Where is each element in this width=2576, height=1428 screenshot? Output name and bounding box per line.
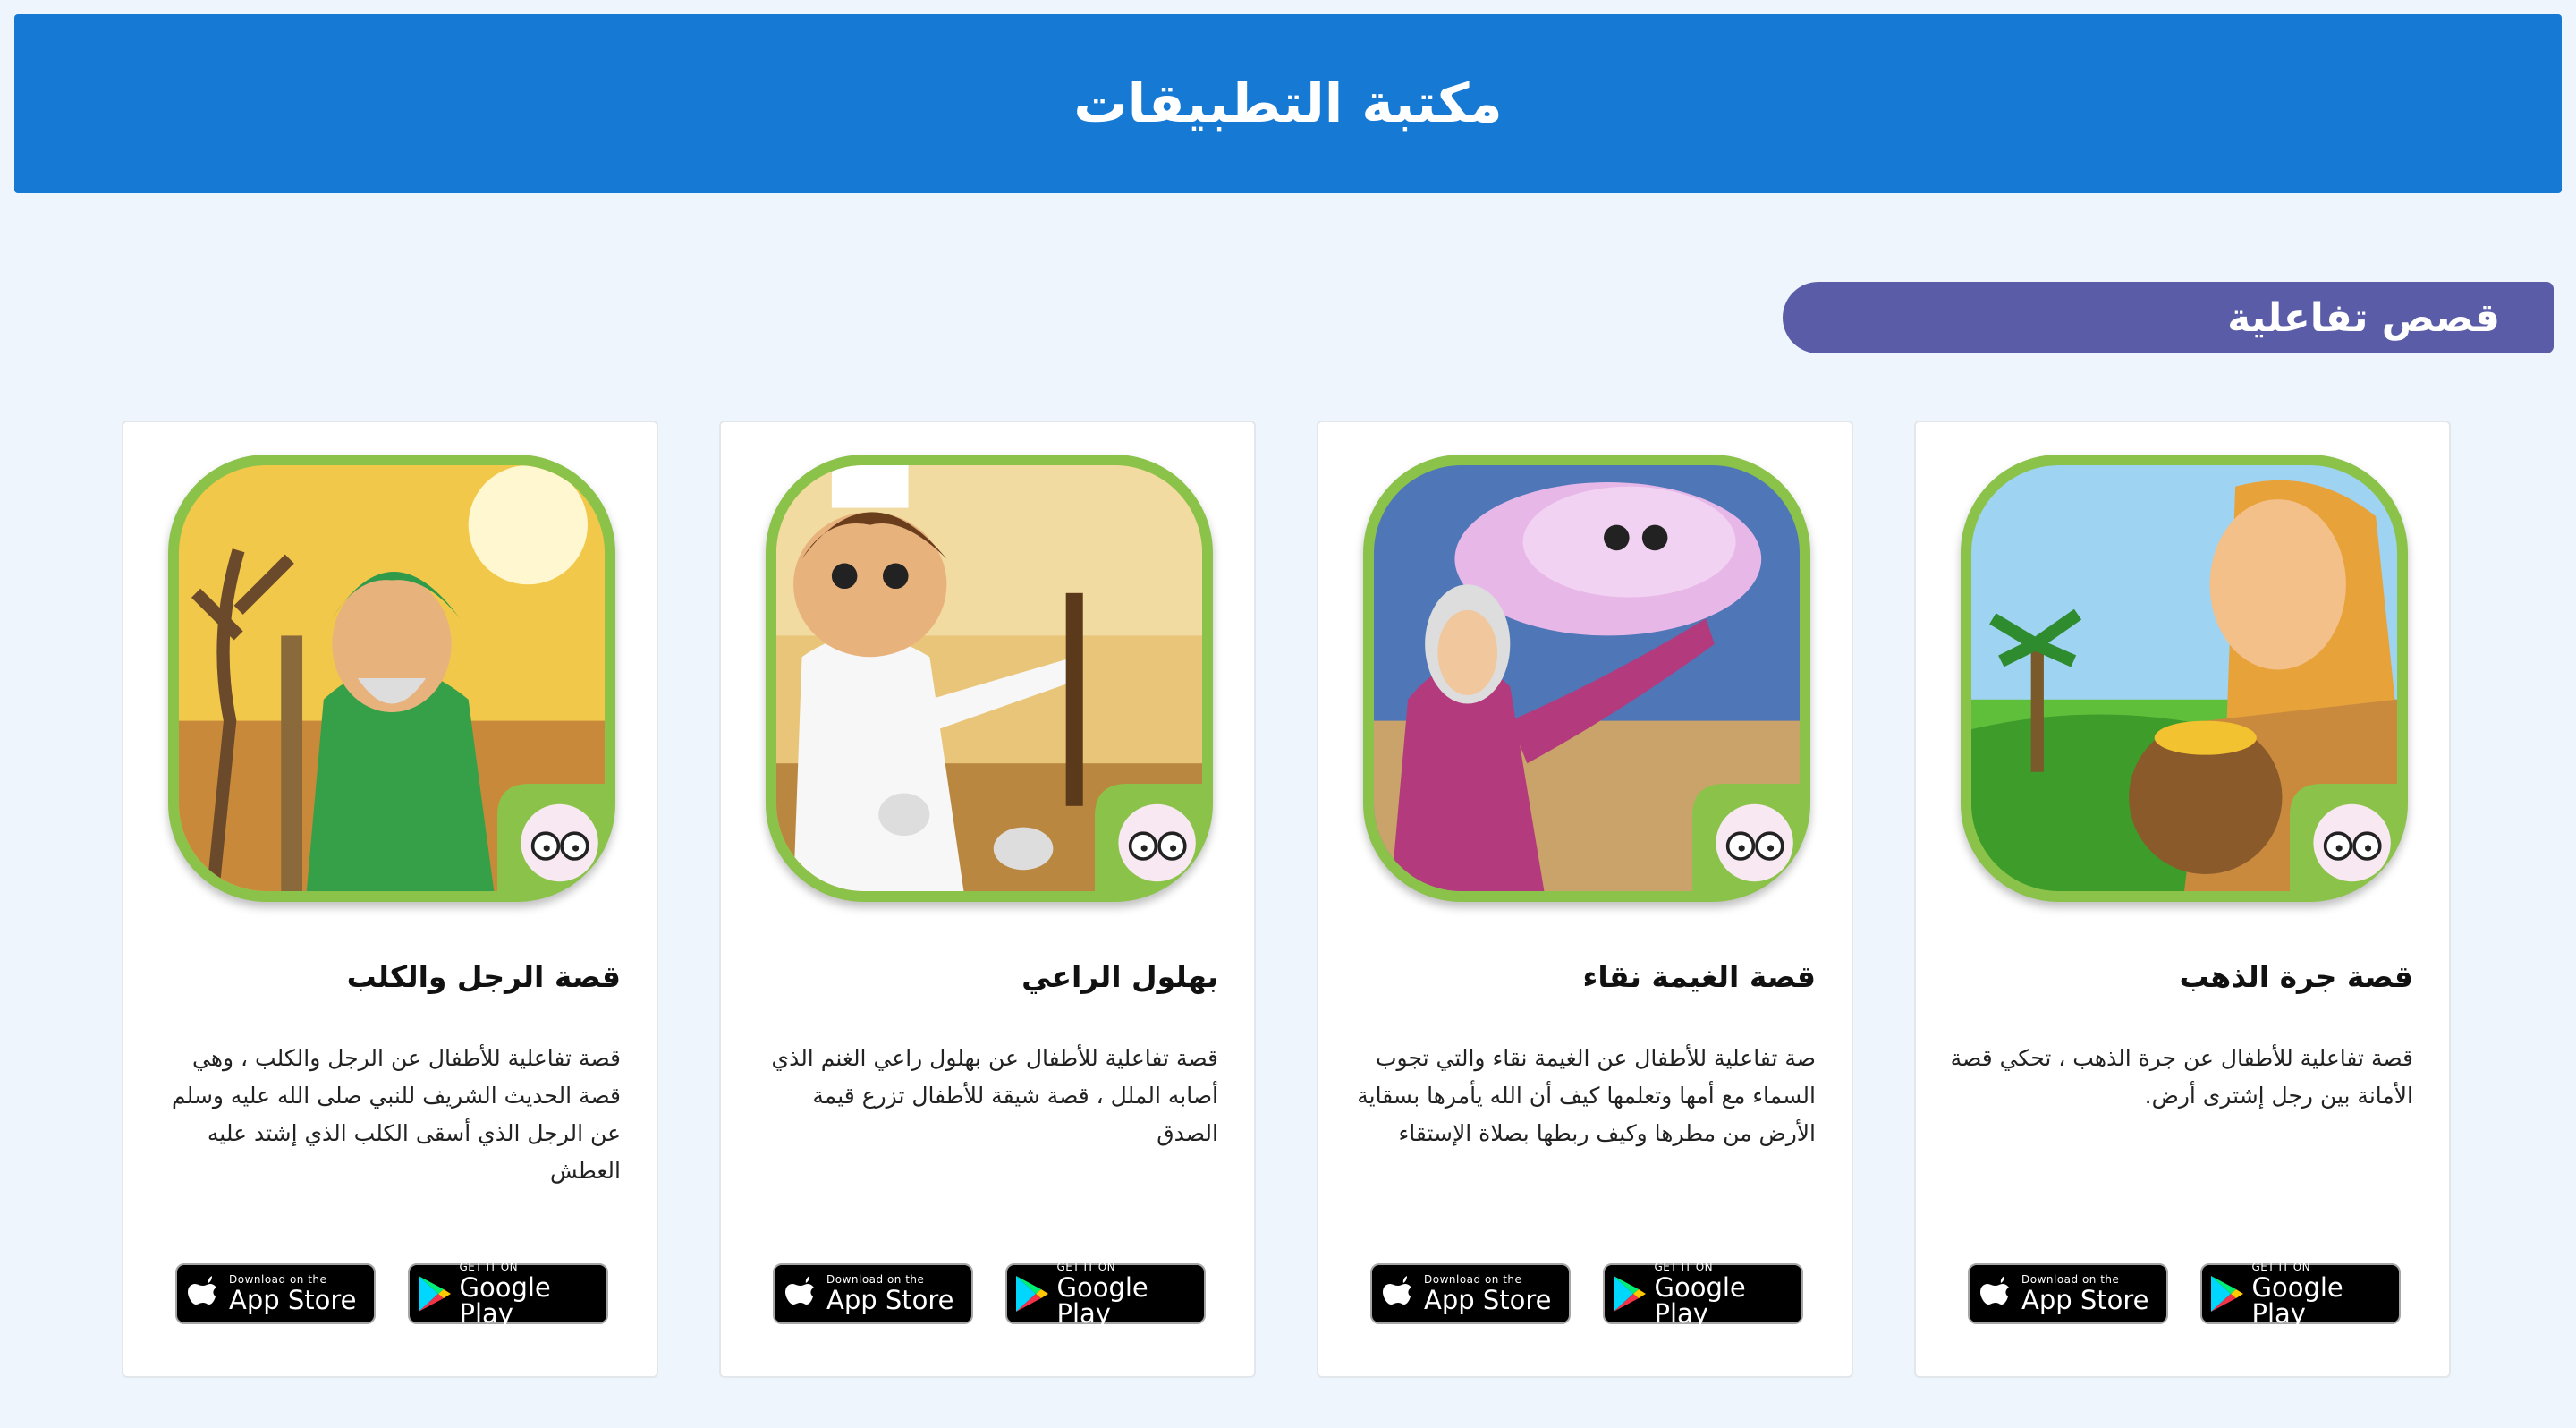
apple-icon — [1372, 1276, 1424, 1312]
brand-logo-icon — [1095, 784, 1202, 891]
app-icon-man-and-dog[interactable] — [168, 455, 615, 902]
app-store-small-label: Download on the — [1424, 1273, 1522, 1286]
brand-logo-icon — [2290, 784, 2397, 891]
app-description: قصة تفاعلية للأطفال عن جرة الذهب ، تحكي … — [1950, 1045, 2413, 1109]
app-card-man-and-dog: قصة الرجل والكلب قصة تفاعلية للأطفال عن … — [122, 421, 658, 1378]
google-play-small-label: GET IT ON — [2251, 1260, 2311, 1273]
app-store-small-label: Download on the — [229, 1273, 327, 1286]
apple-icon — [177, 1276, 229, 1312]
google-play-small-label: GET IT ON — [1654, 1260, 1714, 1273]
page-header: مكتبة التطبيقات — [14, 14, 2562, 193]
app-store-button[interactable]: Download on the App Store — [1968, 1263, 2168, 1324]
brand-logo-icon — [497, 784, 605, 891]
app-store-label: App Store — [2021, 1285, 2149, 1315]
google-play-label: Google Play — [1654, 1271, 1746, 1329]
app-store-button[interactable]: Download on the App Store — [1370, 1263, 1571, 1324]
app-icon-gold-jar[interactable] — [1961, 455, 2408, 902]
app-title: قصة الرجل والكلب — [346, 959, 621, 994]
app-store-label: App Store — [229, 1285, 357, 1315]
app-store-label: App Store — [826, 1285, 954, 1315]
app-description: صة تفاعلية للأطفال عن الغيمة نقاء والتي … — [1357, 1045, 1816, 1146]
google-play-label: Google Play — [1056, 1271, 1148, 1329]
apple-icon — [775, 1276, 826, 1312]
google-play-small-label: GET IT ON — [1056, 1260, 1116, 1273]
google-play-label: Google Play — [459, 1271, 551, 1329]
section-header-interactive-stories: قصص تفاعلية — [1783, 282, 2554, 353]
app-store-small-label: Download on the — [826, 1273, 925, 1286]
app-store-small-label: Download on the — [2021, 1273, 2120, 1286]
google-play-button[interactable]: GET IT ON Google Play — [2200, 1260, 2401, 1329]
google-play-label: Google Play — [2251, 1271, 2343, 1329]
section-title: قصص تفاعلية — [2227, 294, 2500, 341]
app-card-cloud: قصة الغيمة نقاء صة تفاعلية للأطفال عن ال… — [1317, 421, 1853, 1378]
app-store-button[interactable]: Download on the App Store — [773, 1263, 973, 1324]
app-description: قصة تفاعلية للأطفال عن الرجل والكلب ، وه… — [172, 1045, 621, 1184]
apple-icon — [1970, 1276, 2021, 1312]
google-play-button[interactable]: GET IT ON Google Play — [1005, 1260, 1206, 1329]
google-play-icon — [1605, 1274, 1654, 1313]
google-play-small-label: GET IT ON — [459, 1260, 519, 1273]
app-icon-shepherd[interactable] — [766, 455, 1213, 902]
app-card-gold-jar: قصة جرة الذهب قصة تفاعلية للأطفال عن جرة… — [1914, 421, 2451, 1378]
google-play-icon — [410, 1274, 459, 1313]
google-play-button[interactable]: GET IT ON Google Play — [1603, 1260, 1803, 1329]
app-description: قصة تفاعلية للأطفال عن بهلول راعي الغنم … — [771, 1045, 1219, 1146]
page-title: مكتبة التطبيقات — [1073, 72, 1503, 135]
app-title: بهلول الراعي — [1021, 959, 1218, 994]
app-store-button[interactable]: Download on the App Store — [175, 1263, 376, 1324]
app-card-shepherd: بهلول الراعي قصة تفاعلية للأطفال عن بهلو… — [719, 421, 1256, 1378]
app-title: قصة جرة الذهب — [2179, 959, 2414, 994]
app-store-label: App Store — [1424, 1285, 1552, 1315]
brand-logo-icon — [1692, 784, 1800, 891]
app-icon-cloud[interactable] — [1363, 455, 1810, 902]
google-play-icon — [1007, 1274, 1056, 1313]
google-play-icon — [2202, 1274, 2251, 1313]
app-title: قصة الغيمة نقاء — [1582, 959, 1816, 994]
google-play-button[interactable]: GET IT ON Google Play — [408, 1260, 608, 1329]
